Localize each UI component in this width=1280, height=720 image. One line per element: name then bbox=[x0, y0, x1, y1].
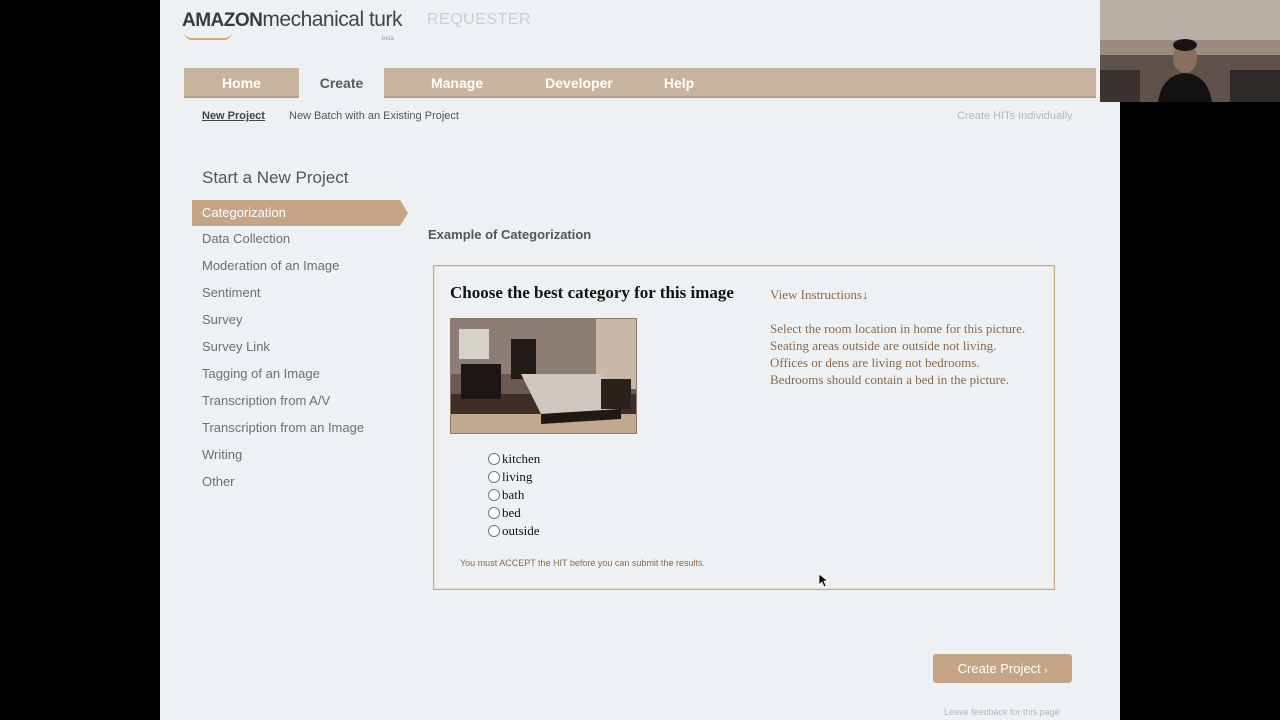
example-label: Example of Categorization bbox=[428, 227, 592, 242]
sidebar-item-transcription-image[interactable]: Transcription from an Image bbox=[202, 420, 364, 447]
choice-bed[interactable]: bed bbox=[488, 504, 540, 522]
main-tab-bar: Home Create Manage Developer Help bbox=[184, 68, 1096, 100]
sidebar-item-tagging[interactable]: Tagging of an Image bbox=[202, 366, 364, 393]
subnav-new-project[interactable]: New Project bbox=[202, 110, 265, 122]
tab-developer[interactable]: Developer bbox=[519, 68, 639, 98]
example-title: Choose the best category for this image bbox=[450, 283, 734, 302]
accept-hit-note: You must ACCEPT the HIT before you can s… bbox=[460, 558, 705, 568]
logo-beta: beta bbox=[382, 36, 394, 42]
choice-kitchen[interactable]: kitchen bbox=[488, 450, 540, 468]
subnav-create-individually[interactable]: Create HITs Individually bbox=[957, 110, 1073, 122]
sidebar-item-data-collection[interactable]: Data Collection bbox=[202, 231, 364, 258]
view-instructions-label: View Instructions bbox=[770, 287, 863, 302]
sidebar-item-transcription-av[interactable]: Transcription from A/V bbox=[202, 393, 364, 420]
example-preview: Choose the best category for this image … bbox=[433, 265, 1055, 590]
tab-home[interactable]: Home bbox=[184, 68, 299, 98]
bedroom-photo bbox=[450, 318, 637, 434]
section-label: REQUESTER bbox=[427, 11, 532, 28]
choice-label: kitchen bbox=[502, 451, 541, 466]
feedback-link[interactable]: Leave feedback for this page bbox=[944, 707, 1060, 717]
choice-label: bed bbox=[502, 505, 521, 520]
choice-label: outside bbox=[502, 523, 540, 538]
sidebar-list: Data Collection Moderation of an Image S… bbox=[202, 231, 364, 501]
mturk-logo[interactable]: amazonmechanical turk beta bbox=[182, 8, 402, 42]
choice-bath[interactable]: bath bbox=[488, 486, 540, 504]
create-project-label: Create Project bbox=[957, 661, 1041, 676]
mouse-cursor-icon bbox=[819, 574, 829, 588]
instructions-text: Select the room location in home for thi… bbox=[770, 321, 1026, 387]
radio-button[interactable] bbox=[488, 525, 500, 537]
sidebar-title: Start a New Project bbox=[202, 168, 349, 187]
sidebar-item-other[interactable]: Other bbox=[202, 474, 364, 501]
tab-help[interactable]: Help bbox=[644, 68, 714, 98]
sidebar-item-survey-link[interactable]: Survey Link bbox=[202, 339, 364, 366]
tab-manage[interactable]: Manage bbox=[402, 68, 512, 98]
webcam-overlay bbox=[1100, 0, 1280, 102]
sidebar-item-categorization[interactable]: Categorization bbox=[192, 200, 408, 226]
logo-suffix: mechanical turk bbox=[262, 8, 402, 31]
radio-button[interactable] bbox=[488, 489, 500, 501]
radio-button[interactable] bbox=[488, 507, 500, 519]
sidebar-item-sentiment[interactable]: Sentiment bbox=[202, 285, 364, 312]
tab-create[interactable]: Create bbox=[299, 68, 384, 100]
choice-label: bath bbox=[502, 487, 525, 502]
chevron-right-icon: › bbox=[1044, 665, 1048, 675]
view-instructions-link[interactable]: View Instructions↓ bbox=[770, 287, 869, 303]
sidebar-item-survey[interactable]: Survey bbox=[202, 312, 364, 339]
mturk-page: amazonmechanical turk beta REQUESTER Hom… bbox=[160, 0, 1120, 720]
category-choices: kitchen living bath bed outside bbox=[488, 450, 540, 540]
choice-label: living bbox=[502, 469, 533, 484]
logo-smile-icon bbox=[184, 32, 232, 40]
choice-living[interactable]: living bbox=[488, 468, 540, 486]
sidebar-item-moderation[interactable]: Moderation of an Image bbox=[202, 258, 364, 285]
subnav-new-batch[interactable]: New Batch with an Existing Project bbox=[289, 110, 459, 122]
arrow-down-icon: ↓ bbox=[862, 287, 869, 302]
logo-prefix: amazon bbox=[182, 10, 263, 31]
choice-outside[interactable]: outside bbox=[488, 522, 540, 540]
sidebar-item-writing[interactable]: Writing bbox=[202, 447, 364, 474]
radio-button[interactable] bbox=[488, 453, 500, 465]
radio-button[interactable] bbox=[488, 471, 500, 483]
create-project-button[interactable]: Create Project › bbox=[933, 654, 1072, 683]
